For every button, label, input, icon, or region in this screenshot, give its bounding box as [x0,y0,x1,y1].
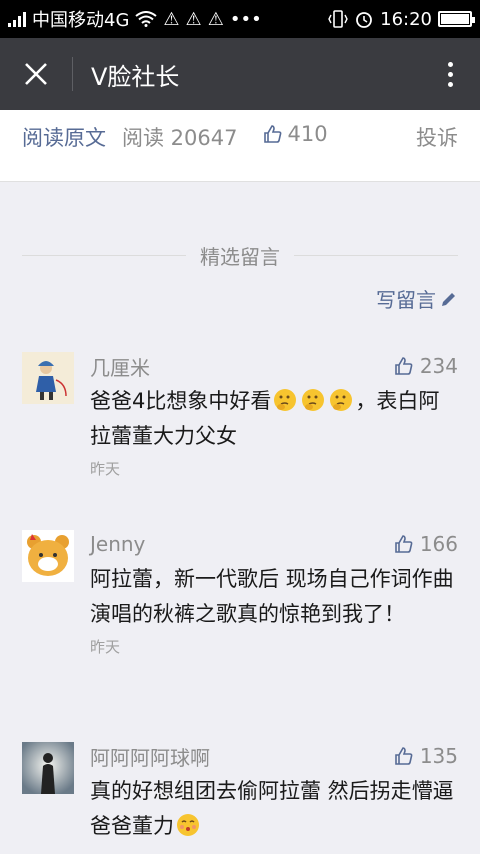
comment-text: 爸爸4比想象中好看 ，表白阿拉蕾董大力父女 [90,389,440,448]
comment-nickname: Jenny [90,532,146,556]
comment-nickname: 阿阿阿阿球啊 [90,745,210,770]
write-comment-button[interactable]: 写留言 [376,284,458,313]
read-original-link[interactable]: 阅读原文 [22,122,106,152]
comment-time: 昨天 [90,460,121,478]
avatar[interactable] [22,530,74,582]
avatar[interactable] [22,742,74,794]
status-bar: 中国移动4G ⚠ ⚠ ⚠ ••• 16:20 [0,0,480,38]
clock-time: 16:20 [380,8,432,30]
more-button[interactable] [420,38,480,110]
warning-icon: ⚠ [207,8,224,30]
article-like-button[interactable]: 410 [263,122,328,146]
read-count: 阅读 20647 [122,126,238,150]
comments-section-title: 精选留言 [200,244,280,269]
title-divider [72,57,73,91]
article-like-count: 410 [287,122,328,146]
comment-like-button[interactable]: 135 [394,744,458,768]
comment-like-count: 135 [419,744,458,768]
comments-section-header: 精选留言 [22,238,458,272]
pencil-icon [442,292,455,306]
divider-line [294,254,458,256]
carrier-label: 中国移动4G [32,10,130,31]
complain-link[interactable]: 投诉 [416,122,458,152]
comment-like-count: 234 [419,354,458,378]
vibrate-icon [328,10,348,28]
signal-icon [8,11,26,27]
article-footer: 阅读原文 阅读 20647 410 投诉 [0,110,480,182]
thinking-emoji [302,389,325,411]
more-vertical-icon [447,61,453,67]
comment-like-button[interactable]: 234 [394,354,458,378]
warning-icon: ⚠ [185,8,202,30]
thumbs-up-icon [395,535,413,553]
thumbs-up-icon [264,125,282,143]
wifi-icon [135,11,158,27]
comment-text: 真的好想组团去偷阿拉蕾 然后拐走懵逼爸爸董力 [90,779,454,838]
comment-text: 阿拉蕾，新一代歌后 现场自己作词作曲演唱的秋裤之歌真的惊艳到我了！ [90,567,454,626]
thinking-emoji [330,389,353,411]
more-dots-icon: ••• [229,8,262,30]
close-button[interactable] [0,38,72,110]
thinking-emoji [274,389,297,411]
comment-time: 昨天 [90,638,121,656]
warning-icon: ⚠ [163,8,180,30]
close-icon [25,63,47,85]
avatar[interactable] [22,352,74,404]
battery-icon [438,11,475,27]
comment-nickname: 几厘米 [90,355,150,380]
kissing-emoji [177,814,199,836]
thumbs-up-icon [395,747,413,765]
comment-like-count: 166 [419,532,458,556]
alarm-icon [356,12,373,28]
page-title: V脸社长 [91,62,180,91]
title-bar: V脸社长 [0,38,480,110]
divider-line [22,254,186,256]
comment-like-button[interactable]: 166 [394,532,458,556]
write-comment-label: 写留言 [376,288,436,312]
thumbs-up-icon [395,357,413,375]
